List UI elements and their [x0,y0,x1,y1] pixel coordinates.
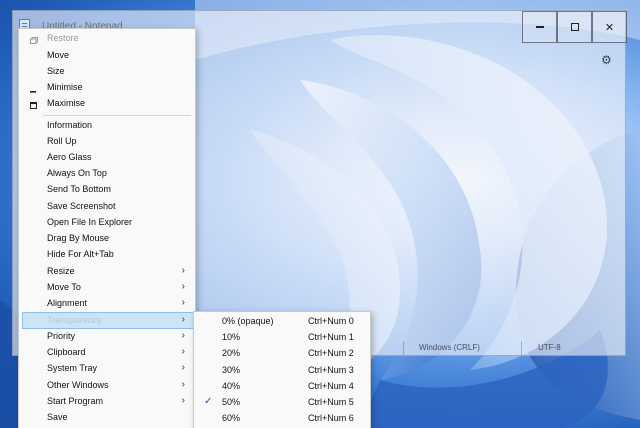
transparency-option-40[interactable]: 40% Ctrl+Num 4 [198,378,368,394]
menu-item-size[interactable]: Size [23,64,193,80]
window-context-menu: Restore Move Size Minimise Maximise Info… [18,28,196,428]
option-shortcut: Ctrl+Num 2 [308,348,354,358]
menu-item-transparency[interactable]: Transparency › [22,312,194,329]
menu-item-label: Clipboard [47,347,86,357]
menu-item-other-windows[interactable]: Other Windows › [23,378,193,394]
option-shortcut: Ctrl+Num 6 [308,413,354,423]
menu-item-information[interactable]: Information [23,118,193,134]
menu-item-label: Drag By Mouse [47,233,110,243]
option-label: 0% (opaque) [222,316,274,326]
option-label: 30% [222,365,241,375]
transparency-option-0[interactable]: 0% (opaque) Ctrl+Num 0 [198,313,368,329]
menu-item-save-screenshot[interactable]: Save Screenshot [23,199,193,215]
menu-item-aero-glass[interactable]: Aero Glass [23,150,193,166]
option-label: 40% [222,381,241,391]
transparency-option-30[interactable]: 30% Ctrl+Num 3 [198,362,368,378]
menu-item-label: Restore [47,33,79,43]
menu-item-label: Transparency [47,315,102,325]
option-label: 50% [222,397,241,407]
option-shortcut: Ctrl+Num 1 [308,332,354,342]
menu-item-label: Maximise [47,98,86,108]
menu-item-label: Aero Glass [47,152,92,162]
menu-item-system-tray[interactable]: System Tray › [23,361,193,377]
transparency-option-10[interactable]: 10% Ctrl+Num 1 [198,329,368,345]
menu-item-priority[interactable]: Priority › [23,329,193,345]
menu-item-label: Minimise [47,82,83,92]
menu-item-label: Alignment [47,298,88,308]
status-encoding[interactable]: UTF-8 [538,343,561,352]
menu-item-label: Save Screenshot [47,201,116,211]
menu-item-move-to[interactable]: Move To › [23,280,193,296]
transparency-option-50[interactable]: ✓ 50% Ctrl+Num 5 [198,394,368,410]
chevron-right-icon: › [181,297,185,308]
chevron-right-icon: › [181,265,185,276]
menu-item-always-on-top[interactable]: Always On Top [23,166,193,182]
chevron-right-icon: › [181,362,185,373]
menu-item-send-to-bottom[interactable]: Send To Bottom [23,182,193,198]
restore-icon [30,36,38,46]
close-icon: ✕ [604,21,615,34]
transparency-option-20[interactable]: 20% Ctrl+Num 2 [198,345,368,361]
menu-item-label: Resize [47,266,75,276]
maximize-button[interactable] [557,11,592,43]
menu-item-roll-up[interactable]: Roll Up [23,134,193,150]
menu-item-drag-by-mouse[interactable]: Drag By Mouse [23,231,193,247]
checkmark-icon: ✓ [204,396,213,407]
menu-item-label: Size [47,66,65,76]
chevron-right-icon: › [181,395,185,406]
maximize-icon [570,23,579,31]
menu-item-hide-for-alt-tab[interactable]: Hide For Alt+Tab [23,247,193,263]
menu-item-label: Move [47,50,70,60]
option-label: 60% [222,413,241,423]
gear-icon[interactable]: ⚙ [601,53,612,67]
option-label: 10% [222,332,241,342]
menu-item-start-program[interactable]: Start Program › [23,394,193,410]
maximise-icon [30,101,37,111]
menu-item-label: Open File In Explorer [47,217,133,227]
option-shortcut: Ctrl+Num 0 [308,316,354,326]
minimize-icon [535,26,544,28]
menu-item-open-file-in-explorer[interactable]: Open File In Explorer [23,215,193,231]
menu-item-save[interactable]: Save [23,410,193,426]
menu-item-alignment[interactable]: Alignment › [23,296,193,312]
chevron-right-icon: › [181,379,185,390]
menu-item-minimise[interactable]: Minimise [23,80,193,96]
option-shortcut: Ctrl+Num 5 [308,397,354,407]
minimise-icon [30,85,37,95]
option-shortcut: Ctrl+Num 3 [308,365,354,375]
transparency-submenu: 0% (opaque) Ctrl+Num 0 10% Ctrl+Num 1 20… [193,311,371,428]
option-label: 20% [222,348,241,358]
close-button[interactable]: ✕ [592,11,627,43]
status-divider [403,341,404,355]
status-line-ending[interactable]: Windows (CRLF) [419,343,480,352]
minimize-button[interactable] [522,11,557,43]
status-divider [521,341,522,355]
menu-item-label: Information [47,120,93,130]
menu-item-label: Other Windows [47,380,109,390]
menu-item-label: Move To [47,282,81,292]
menu-item-label: System Tray [47,363,98,373]
menu-item-restore[interactable]: Restore [23,31,193,47]
menu-item-clipboard[interactable]: Clipboard › [23,345,193,361]
menu-item-label: Roll Up [47,136,77,146]
menu-item-label: Priority [47,331,76,341]
menu-item-move[interactable]: Move [23,48,193,64]
chevron-right-icon: › [181,281,185,292]
menu-item-label: Hide For Alt+Tab [47,249,114,259]
chevron-right-icon: › [181,346,185,357]
option-shortcut: Ctrl+Num 4 [308,381,354,391]
chevron-right-icon: › [181,314,185,325]
menu-item-label: Send To Bottom [47,184,111,194]
menu-item-label: Start Program [47,396,104,406]
menu-item-resize[interactable]: Resize › [23,264,193,280]
menu-item-label: Save [47,412,68,422]
menu-separator [43,115,191,116]
menu-item-label: Always On Top [47,168,107,178]
transparency-option-60[interactable]: 60% Ctrl+Num 6 [198,410,368,426]
chevron-right-icon: › [181,330,185,341]
menu-item-maximise[interactable]: Maximise [23,96,193,112]
